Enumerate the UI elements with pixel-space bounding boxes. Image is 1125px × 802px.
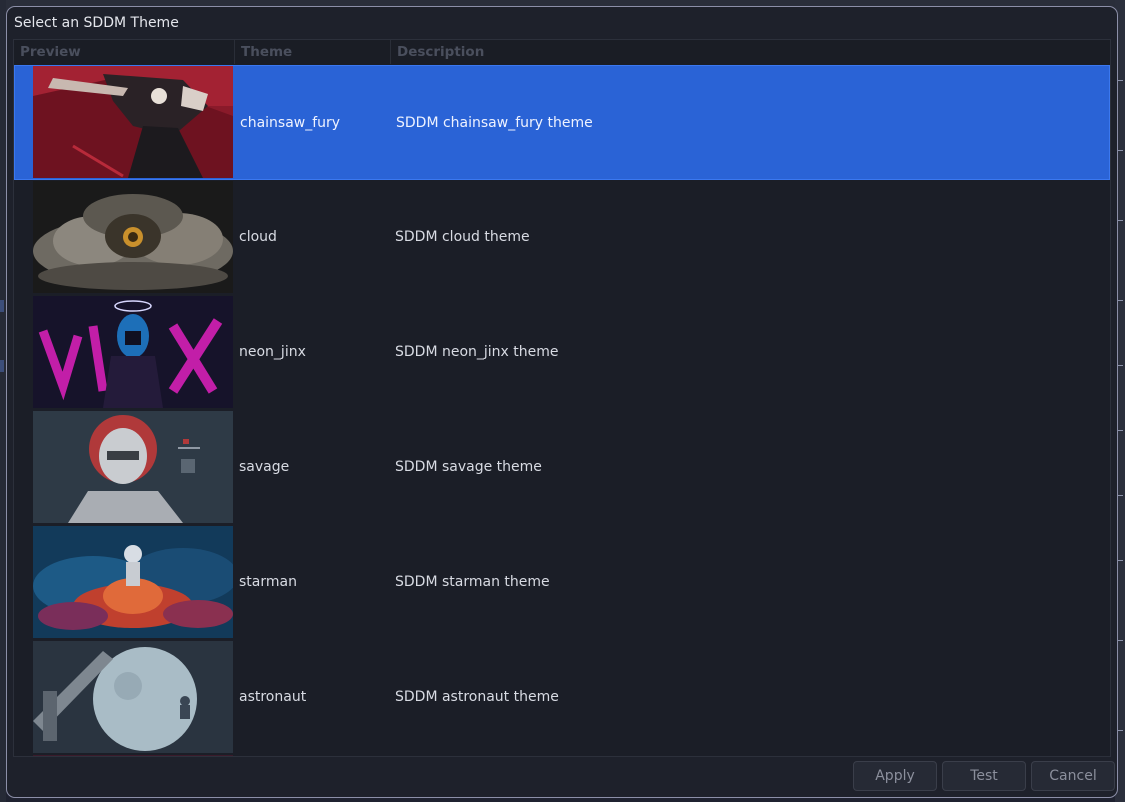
theme-description: SDDM neon_jinx theme: [395, 344, 559, 360]
apply-button[interactable]: Apply: [853, 761, 937, 791]
table-row-partial: [14, 755, 1110, 756]
theme-preview-image: [33, 411, 233, 523]
theme-preview-image: [33, 181, 233, 293]
theme-description: SDDM chainsaw_fury theme: [396, 115, 593, 131]
theme-description: SDDM astronaut theme: [395, 689, 559, 705]
theme-table[interactable]: Preview Theme Description chainsaw_fury …: [13, 39, 1111, 757]
theme-name: cloud: [239, 229, 277, 245]
table-row[interactable]: chainsaw_fury SDDM chainsaw_fury theme: [14, 65, 1110, 180]
theme-dialog: Select an SDDM Theme Preview Theme Descr…: [6, 6, 1118, 798]
table-row[interactable]: starman SDDM starman theme: [14, 525, 1110, 640]
table-row[interactable]: cloud SDDM cloud theme: [14, 180, 1110, 295]
table-row[interactable]: savage SDDM savage theme: [14, 410, 1110, 525]
theme-name: savage: [239, 459, 290, 475]
cancel-button[interactable]: Cancel: [1031, 761, 1115, 791]
theme-preview-image: [33, 66, 233, 178]
theme-name: chainsaw_fury: [240, 115, 341, 131]
theme-description: SDDM savage theme: [395, 459, 542, 475]
theme-name: starman: [239, 574, 297, 590]
theme-preview-image: [33, 755, 233, 756]
test-button[interactable]: Test: [942, 761, 1026, 791]
table-row[interactable]: astronaut SDDM astronaut theme: [14, 640, 1110, 755]
theme-preview-image: [33, 296, 233, 408]
theme-preview-image: [33, 526, 233, 638]
theme-name: astronaut: [239, 689, 307, 705]
column-header-preview[interactable]: Preview: [14, 40, 235, 64]
theme-description: SDDM starman theme: [395, 574, 550, 590]
column-header-theme[interactable]: Theme: [235, 40, 391, 64]
theme-description: SDDM cloud theme: [395, 229, 530, 245]
dialog-title: Select an SDDM Theme: [14, 15, 179, 31]
theme-preview-image: [33, 641, 233, 753]
table-header: Preview Theme Description: [14, 40, 1110, 66]
theme-name: neon_jinx: [239, 344, 306, 360]
table-row[interactable]: neon_jinx SDDM neon_jinx theme: [14, 295, 1110, 410]
column-header-description[interactable]: Description: [391, 40, 1110, 64]
